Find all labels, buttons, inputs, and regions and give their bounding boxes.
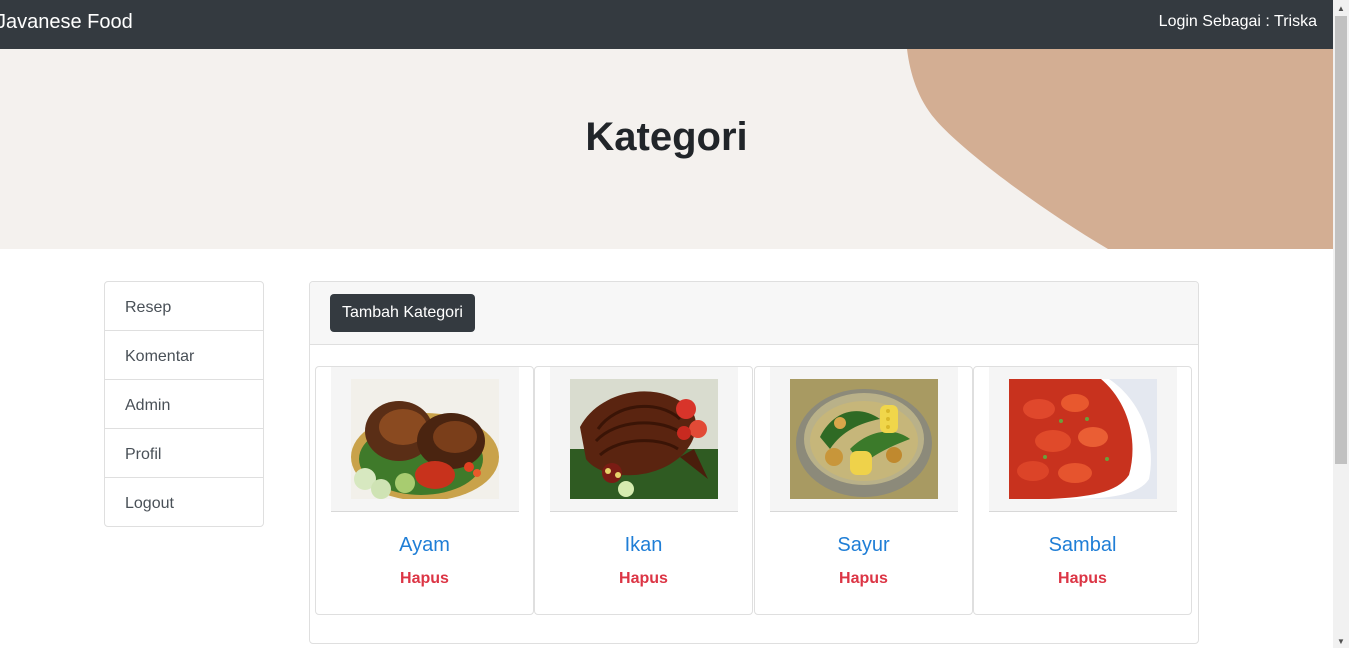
delete-category-link[interactable]: Hapus — [535, 570, 752, 588]
navbar: Javanese Food Login Sebagai : Triska — [0, 0, 1333, 49]
shrimp-sambal-image — [1009, 379, 1157, 499]
brand-link[interactable]: Javanese Food — [0, 11, 133, 34]
page-title: Kategori — [585, 115, 748, 159]
card-image-container — [550, 367, 738, 512]
card-image-container — [770, 367, 958, 512]
sidebar-item-admin[interactable]: Admin — [105, 380, 263, 429]
category-name-link[interactable]: Sayur — [755, 534, 972, 557]
sidebar-menu: Resep Komentar Admin Profil Logout — [104, 281, 264, 527]
panel-header: Tambah Kategori — [310, 282, 1198, 345]
category-card: Sambal Hapus — [973, 366, 1192, 615]
grilled-chicken-image — [351, 379, 499, 499]
category-card: Ayam Hapus — [315, 366, 534, 615]
delete-category-link[interactable]: Hapus — [755, 570, 972, 588]
category-name-link[interactable]: Sambal — [974, 534, 1191, 557]
category-name-link[interactable]: Ayam — [316, 534, 533, 557]
sidebar-item-profil[interactable]: Profil — [105, 429, 263, 478]
page-header: Kategori — [0, 49, 1333, 249]
vegetable-soup-image — [790, 379, 938, 499]
sidebar-item-logout[interactable]: Logout — [105, 478, 263, 526]
login-user-text: Login Sebagai : Triska — [1158, 13, 1317, 30]
page-scrollbar[interactable]: ▲ ▼ — [1333, 0, 1349, 648]
add-category-button[interactable]: Tambah Kategori — [330, 294, 475, 332]
category-panel: Tambah Kategori Ayam Hapus Ikan Hapus Sa… — [309, 281, 1199, 644]
card-image-container — [331, 367, 519, 512]
scroll-down-arrow-icon[interactable]: ▼ — [1337, 638, 1345, 646]
category-card: Ikan Hapus — [534, 366, 753, 615]
delete-category-link[interactable]: Hapus — [974, 570, 1191, 588]
sidebar-item-resep[interactable]: Resep — [105, 282, 263, 331]
card-image-container — [989, 367, 1177, 512]
grilled-fish-image — [570, 379, 718, 499]
delete-category-link[interactable]: Hapus — [316, 570, 533, 588]
category-name-link[interactable]: Ikan — [535, 534, 752, 557]
sidebar-item-komentar[interactable]: Komentar — [105, 331, 263, 380]
scrollbar-thumb[interactable] — [1335, 16, 1347, 464]
scroll-up-arrow-icon[interactable]: ▲ — [1337, 5, 1345, 13]
category-card: Sayur Hapus — [754, 366, 973, 615]
